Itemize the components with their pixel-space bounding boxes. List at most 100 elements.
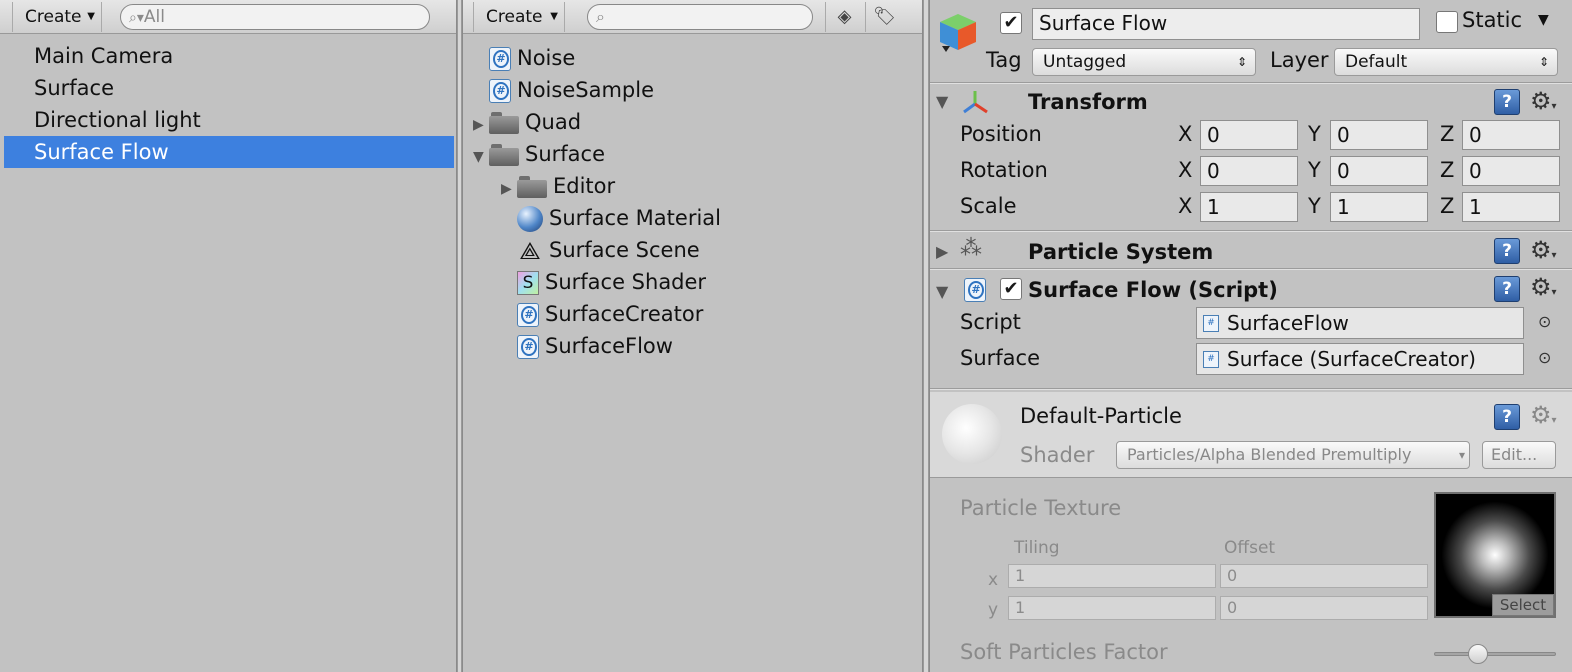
help-book-icon[interactable]: ? — [1494, 89, 1520, 115]
hierarchy-item-label: Main Camera — [34, 44, 174, 68]
layer-dropdown[interactable]: Default ⇕ — [1334, 48, 1558, 76]
project-item[interactable]: ⟁ Surface Scene — [501, 234, 699, 266]
gear-icon[interactable]: ⚙▾ — [1530, 274, 1557, 306]
search-placeholder: All — [143, 7, 165, 27]
surface-object-field[interactable]: # Surface (SurfaceCreator) — [1196, 343, 1524, 375]
particle-system-icon: ⁂ — [960, 236, 982, 261]
project-item[interactable]: # Noise — [473, 42, 575, 74]
project-item-label: Quad — [525, 110, 582, 134]
hierarchy-item[interactable]: Surface Flow — [4, 136, 454, 168]
hierarchy-item[interactable]: Main Camera — [4, 40, 454, 72]
tag-value: Untagged — [1043, 52, 1127, 72]
hierarchy-item-label: Directional light — [34, 108, 201, 132]
position-z-field[interactable]: 0 — [1462, 120, 1560, 150]
project-item[interactable]: # SurfaceFlow — [501, 330, 673, 362]
rotation-y-field[interactable]: 0 — [1330, 156, 1428, 186]
rotation-x-field[interactable]: 0 — [1200, 156, 1298, 186]
tiling-y-field[interactable]: 1 — [1008, 596, 1216, 620]
object-picker-icon[interactable]: ⊙ — [1538, 348, 1551, 367]
hierarchy-item[interactable]: Directional light — [4, 104, 454, 136]
panel-splitter[interactable] — [922, 0, 930, 672]
scale-x-field[interactable]: 1 — [1200, 192, 1298, 222]
texture-select-button[interactable]: Select — [1492, 594, 1554, 616]
foldout-collapsed-icon[interactable]: ▶ — [501, 173, 517, 205]
offset-x-field[interactable]: 0 — [1220, 564, 1428, 588]
csharp-script-icon: # — [489, 79, 511, 103]
static-checkbox[interactable] — [1436, 11, 1458, 33]
project-item[interactable]: ▶ Quad — [473, 106, 581, 138]
hierarchy-search-input[interactable]: ⌕▾All — [120, 4, 430, 30]
project-toolbar: Create ▼ ⌕ ◈ 🏷 — [463, 0, 922, 34]
shader-value: Particles/Alpha Blended Premultiply — [1127, 445, 1412, 464]
gameobject-cube-icon — [936, 10, 980, 54]
foldout-expanded-icon[interactable]: ▼ — [936, 282, 948, 301]
foldout-collapsed-icon[interactable]: ▶ — [473, 109, 489, 141]
script-label: Script — [960, 310, 1021, 334]
material-preview-icon — [942, 404, 1002, 464]
shader-dropdown[interactable]: Particles/Alpha Blended Premultiply ▾ — [1116, 441, 1470, 469]
csharp-script-icon: # — [517, 335, 539, 359]
divider — [930, 230, 1572, 232]
rotation-z-field[interactable]: 0 — [1462, 156, 1560, 186]
project-item[interactable]: # NoiseSample — [473, 74, 654, 106]
project-item-label: SurfaceCreator — [545, 302, 704, 326]
static-label: Static — [1462, 8, 1523, 32]
tag-dropdown[interactable]: Untagged ⇕ — [1032, 48, 1256, 76]
particle-texture-label: Particle Texture — [960, 496, 1122, 520]
position-y-field[interactable]: 0 — [1330, 120, 1428, 150]
project-item[interactable]: ▼ Surface — [473, 138, 605, 170]
offset-y-field[interactable]: 0 — [1220, 596, 1428, 620]
object-picker-icon[interactable]: ⊙ — [1538, 312, 1551, 331]
edit-shader-button[interactable]: Edit... — [1482, 441, 1556, 469]
foldout-collapsed-icon[interactable]: ▶ — [936, 242, 948, 261]
surface-value: Surface (SurfaceCreator) — [1227, 347, 1476, 371]
gear-icon[interactable]: ⚙▾ — [1530, 402, 1557, 434]
soft-particles-slider-track[interactable] — [1434, 652, 1556, 656]
edit-label: Edit... — [1491, 445, 1538, 464]
gear-icon[interactable]: ⚙▾ — [1530, 237, 1557, 269]
project-item[interactable]: S Surface Shader — [501, 266, 706, 298]
x-label: x — [988, 570, 999, 590]
foldout-expanded-icon[interactable]: ▼ — [473, 141, 489, 173]
offset-label: Offset — [1224, 538, 1276, 558]
scale-z-field[interactable]: 1 — [1462, 192, 1560, 222]
surface-label: Surface — [960, 346, 1041, 370]
panel-splitter[interactable] — [456, 0, 463, 672]
soft-particles-slider-thumb[interactable] — [1468, 644, 1488, 664]
project-item[interactable]: # SurfaceCreator — [501, 298, 703, 330]
filter-by-type-icon[interactable]: ◈ — [825, 2, 863, 32]
position-x-field[interactable]: 0 — [1200, 120, 1298, 150]
texture-preview[interactable]: Select — [1434, 492, 1556, 618]
chevron-down-icon: ▾ — [1458, 448, 1465, 462]
foldout-expanded-icon[interactable]: ▼ — [936, 92, 948, 111]
project-search-input[interactable]: ⌕ — [587, 4, 813, 30]
particle-system-title: Particle System — [1028, 240, 1214, 264]
hierarchy-item[interactable]: Surface — [4, 72, 454, 104]
shader-icon: S — [517, 271, 539, 295]
transform-scale-label: Scale — [960, 194, 1017, 218]
active-checkbox[interactable]: ✔ — [1000, 12, 1022, 34]
unity-scene-icon: ⟁ — [519, 237, 541, 265]
project-item-label: NoiseSample — [517, 78, 654, 102]
script-object-field[interactable]: # SurfaceFlow — [1196, 307, 1524, 339]
filter-by-label-icon[interactable]: 🏷 — [865, 2, 903, 32]
scale-y-field[interactable]: 1 — [1330, 192, 1428, 222]
object-name-input[interactable]: Surface Flow — [1032, 8, 1420, 40]
project-item-label: SurfaceFlow — [545, 334, 673, 358]
help-book-icon[interactable]: ? — [1494, 276, 1520, 302]
tiling-x-field[interactable]: 1 — [1008, 564, 1216, 588]
help-book-icon[interactable]: ? — [1494, 238, 1520, 264]
help-book-icon[interactable]: ? — [1494, 404, 1520, 430]
project-create-button[interactable]: Create ▼ — [473, 2, 565, 32]
gear-icon[interactable]: ⚙▾ — [1530, 88, 1557, 120]
project-item[interactable]: Surface Material — [501, 202, 721, 234]
material-icon — [517, 206, 543, 232]
hierarchy-panel: Create ▼ ⌕▾All Main Camera Surface Directi… — [0, 0, 456, 672]
dropdown-arrow-icon: ▼ — [87, 11, 95, 22]
static-dropdown-icon[interactable]: ▼ — [1538, 12, 1549, 28]
script-value: SurfaceFlow — [1227, 311, 1349, 335]
script-enabled-checkbox[interactable]: ✔ — [1000, 278, 1022, 300]
project-item[interactable]: ▶ Editor — [501, 170, 615, 202]
folder-icon — [517, 176, 547, 198]
hierarchy-create-button[interactable]: Create ▼ — [12, 2, 102, 32]
